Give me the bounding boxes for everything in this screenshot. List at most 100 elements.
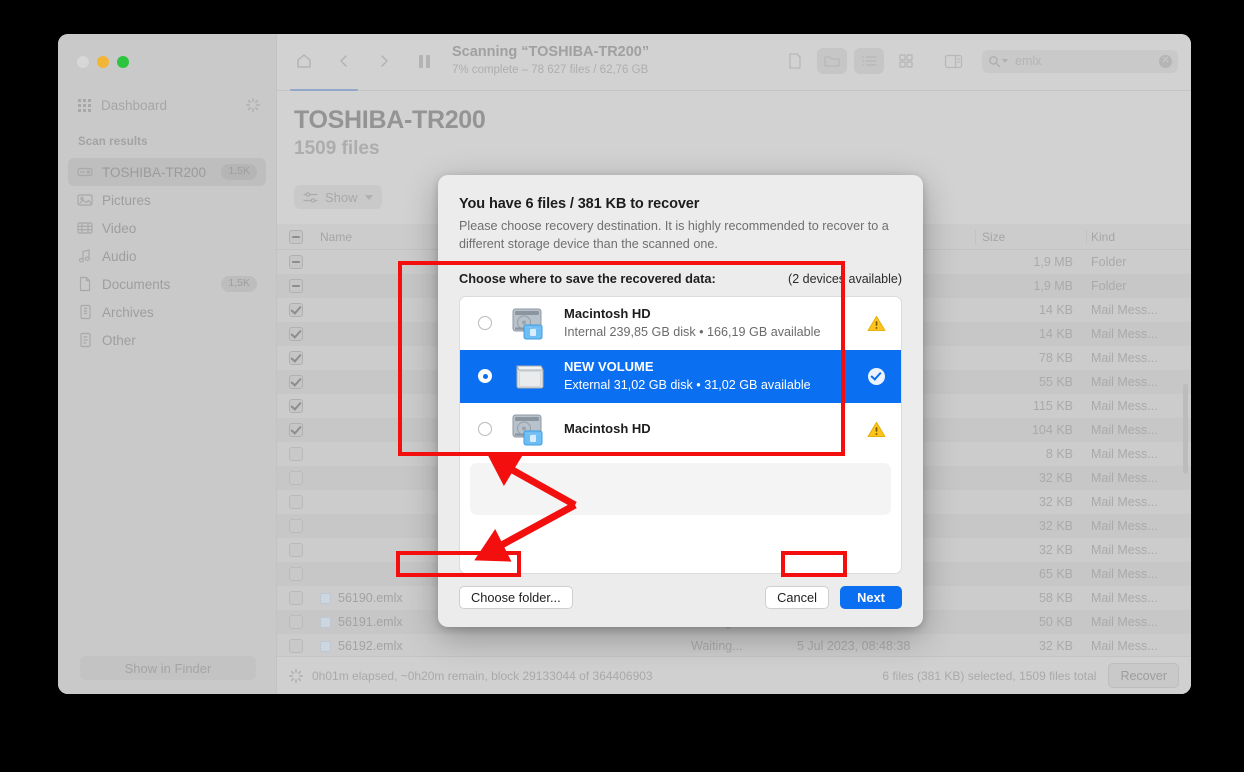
row-size-cell: 14 KB [1038, 303, 1073, 317]
row-size-cell: 32 KB [1038, 495, 1073, 509]
folder-icon[interactable] [817, 48, 847, 74]
sidebar-toggle-icon[interactable] [938, 48, 968, 74]
row-checkbox[interactable] [277, 471, 315, 485]
sliders-icon [303, 191, 318, 204]
row-checkbox[interactable] [277, 255, 315, 269]
row-size-cell: 104 KB [1031, 423, 1073, 437]
progress-spinner-icon [289, 669, 303, 683]
toolbar: Scanning “TOSHIBA-TR200” 7% complete – 7… [277, 34, 1191, 91]
home-icon[interactable] [293, 50, 315, 72]
device-details: External 31,02 GB disk • 31,02 GB availa… [564, 377, 811, 392]
show-in-finder-button[interactable]: Show in Finder [80, 656, 256, 680]
chevron-right-icon[interactable] [373, 50, 395, 72]
row-checkbox[interactable] [277, 447, 315, 461]
sidebar-item-video[interactable]: Video [68, 214, 266, 242]
grid-icon [78, 98, 91, 112]
device-name: NEW VOLUME [564, 359, 654, 375]
row-size-cell: 1,9 MB [1033, 255, 1073, 269]
choose-folder-button[interactable]: Choose folder... [459, 586, 573, 609]
device-option-macintosh-hd-2[interactable]: Macintosh HD [460, 403, 901, 456]
status-bar: 0h01m elapsed, ~0h20m remain, block 2913… [277, 656, 1191, 694]
table-row[interactable]: 56192.emlx Waiting... 5 Jul 2023, 08:48:38… [277, 634, 1191, 656]
drop-zone-area[interactable] [470, 462, 891, 515]
next-button[interactable]: Next [840, 586, 902, 609]
sidebar-item-pictures[interactable]: Pictures [68, 186, 266, 214]
minimize-window-button[interactable] [97, 56, 109, 68]
row-size-cell: 32 KB [1038, 543, 1073, 557]
row-kind-cell: Folder [1091, 255, 1127, 269]
sidebar: Dashboard Scan results TOSHIBA-TR200 1,5K… [58, 34, 276, 694]
row-checkbox[interactable] [277, 351, 315, 365]
zoom-window-button[interactable] [117, 56, 129, 68]
row-kind-cell: Mail Mess... [1091, 399, 1158, 413]
sidebar-item-label: TOSHIBA-TR200 [102, 164, 207, 180]
row-checkbox[interactable] [277, 495, 315, 509]
dialog-title: You have 6 files / 381 KB to recover [459, 196, 700, 212]
search-input[interactable]: emlx ✕ [982, 49, 1178, 73]
sidebar-item-audio[interactable]: Audio [68, 242, 266, 270]
close-window-button[interactable] [77, 56, 89, 68]
row-checkbox[interactable] [277, 639, 315, 653]
chevron-left-icon[interactable] [333, 50, 355, 72]
device-details: Internal 239,85 GB disk • 166,19 GB avai… [564, 324, 821, 339]
chevron-down-icon[interactable] [1002, 59, 1008, 63]
row-kind-cell: Mail Mess... [1091, 471, 1158, 485]
list-view-icon[interactable] [854, 48, 884, 74]
grid-view-icon[interactable] [891, 48, 921, 74]
row-checkbox[interactable] [277, 615, 315, 629]
vertical-scrollbar[interactable] [1183, 384, 1188, 474]
row-size-cell: 65 KB [1038, 567, 1073, 581]
row-kind-cell: Mail Mess... [1091, 327, 1158, 341]
row-checkbox[interactable] [277, 375, 315, 389]
window-traffic-lights [77, 56, 129, 68]
sidebar-item-label: Other [102, 332, 136, 348]
column-header-size[interactable]: Size [976, 230, 1086, 244]
show-filter-label: Show [325, 189, 358, 205]
sidebar-item-toshiba-tr200[interactable]: TOSHIBA-TR200 1,5K [68, 158, 266, 186]
row-checkbox[interactable] [277, 303, 315, 317]
row-checkbox[interactable] [277, 423, 315, 437]
device-radio-button[interactable] [478, 316, 492, 331]
video-icon [77, 220, 93, 236]
row-checkbox[interactable] [277, 591, 315, 605]
hard-drive-icon [77, 164, 93, 180]
row-size-cell: 8 KB [1045, 447, 1073, 461]
device-option-macintosh-hd-0[interactable]: Macintosh HD Internal 239,85 GB disk • 16… [460, 297, 901, 350]
row-file-name: 56191.emlx [338, 615, 403, 629]
row-size-cell: 1,9 MB [1033, 279, 1073, 293]
show-filter-button[interactable]: Show [294, 185, 382, 209]
device-option-new-volume-1[interactable]: NEW VOLUME External 31,02 GB disk • 31,02… [460, 349, 901, 403]
file-preview-icon[interactable] [780, 48, 810, 74]
pause-icon[interactable] [413, 50, 435, 72]
sidebar-item-dashboard[interactable]: Dashboard [70, 92, 262, 118]
row-size-cell: 14 KB [1038, 327, 1073, 341]
row-checkbox[interactable] [277, 399, 315, 413]
screenshot-root: Dashboard Scan results TOSHIBA-TR200 1,5K… [0, 0, 1244, 772]
selection-summary-text: 6 files (381 KB) selected, 1509 files to… [882, 668, 1097, 683]
search-value: emlx [1015, 54, 1042, 68]
sidebar-item-label: Documents [102, 276, 171, 292]
row-size-cell: 55 KB [1038, 375, 1073, 389]
row-kind-cell: Mail Mess... [1091, 447, 1158, 461]
row-checkbox[interactable] [277, 543, 315, 557]
device-radio-button[interactable] [478, 422, 492, 437]
device-text-block: Macintosh HD [564, 420, 865, 438]
column-header-kind[interactable]: Kind [1087, 230, 1191, 244]
row-size-cell: 78 KB [1038, 351, 1073, 365]
device-radio-button[interactable] [478, 369, 492, 384]
row-size-cell: 32 KB [1038, 471, 1073, 485]
sidebar-item-archives[interactable]: Archives [68, 298, 266, 326]
clear-circle-icon[interactable]: ✕ [1159, 54, 1172, 68]
sidebar-item-documents[interactable]: Documents 1,5K [68, 270, 266, 298]
recover-button[interactable]: Recover [1108, 663, 1179, 688]
sidebar-section-title: Scan results [78, 136, 148, 148]
row-checkbox[interactable] [277, 567, 315, 581]
row-checkbox[interactable] [277, 327, 315, 341]
select-all-checkbox[interactable] [277, 229, 315, 244]
warning-triangle-icon [865, 315, 887, 332]
row-checkbox[interactable] [277, 519, 315, 533]
row-checkbox[interactable] [277, 279, 315, 293]
sidebar-item-other[interactable]: Other [68, 326, 266, 354]
dialog-body: You have 6 files / 381 KB to recover Ple… [438, 175, 923, 574]
cancel-button[interactable]: Cancel [765, 586, 829, 609]
